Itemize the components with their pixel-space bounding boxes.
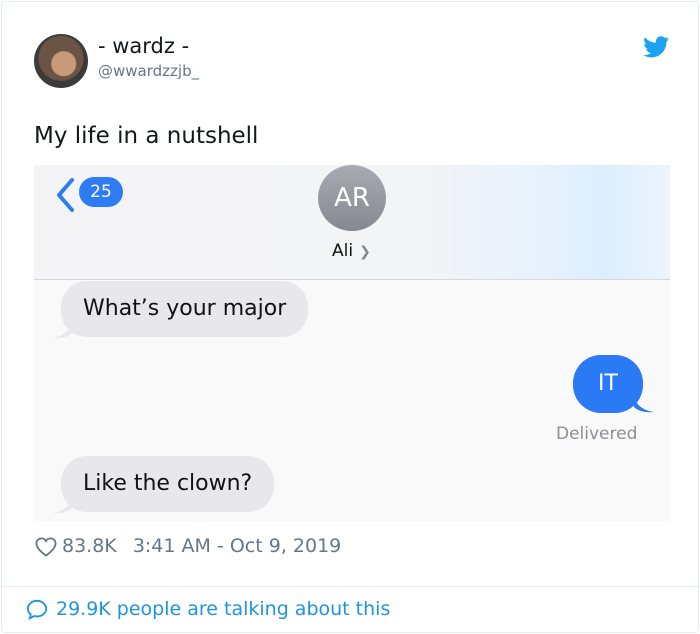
display-name[interactable]: - wardz -	[98, 34, 189, 58]
conversation-link[interactable]: 29.9K people are talking about this	[56, 598, 390, 620]
contact-name-label: Ali	[332, 241, 354, 261]
comment-bubble-icon[interactable]	[26, 599, 48, 621]
divider	[2, 586, 698, 587]
tweet-timestamp[interactable]: 3:41 AM - Oct 9, 2019	[133, 535, 341, 557]
message-bubble-incoming[interactable]: Like the clown?	[61, 456, 275, 512]
back-chevron-icon[interactable]	[54, 177, 76, 213]
delivery-status: Delivered	[556, 424, 638, 444]
message-bubble-incoming[interactable]: What’s your major	[61, 281, 309, 337]
tweet-meta: 83.8K 3:41 AM - Oct 9, 2019	[34, 535, 341, 557]
embedded-screenshot[interactable]: 25 AR Ali ❯ What’s your major IT Delivere…	[34, 165, 670, 521]
unread-count-badge[interactable]: 25	[79, 177, 123, 207]
user-handle[interactable]: @wwardzzjb_	[98, 62, 199, 80]
tweet-text: My life in a nutshell	[34, 123, 259, 149]
contact-name[interactable]: Ali ❯	[332, 241, 371, 261]
chevron-right-icon: ❯	[359, 244, 371, 260]
message-bubble-outgoing[interactable]: IT	[573, 355, 643, 413]
profile-avatar[interactable]	[34, 34, 88, 88]
like-count[interactable]: 83.8K	[62, 535, 117, 557]
contact-avatar[interactable]: AR	[318, 165, 386, 231]
tweet-card: - wardz - @wwardzzjb_ My life in a nutsh…	[1, 1, 699, 633]
twitter-bird-icon[interactable]	[643, 35, 669, 59]
imessage-header: 25 AR Ali ❯	[34, 165, 670, 280]
